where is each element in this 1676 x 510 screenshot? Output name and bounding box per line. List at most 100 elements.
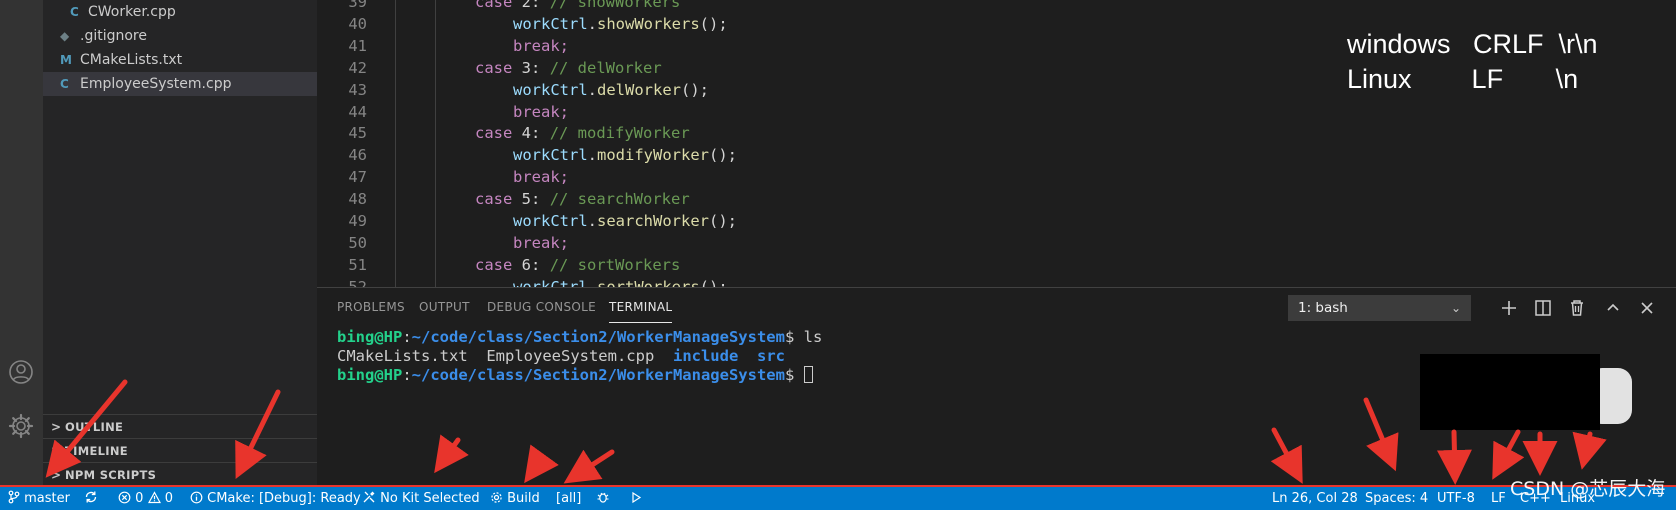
code-line[interactable]: 52 workCtrl.sortWorkers(); (317, 276, 1676, 287)
terminal-select[interactable]: 1: bash ⌄ (1288, 295, 1471, 321)
code-text: break; (513, 233, 569, 252)
tab-output[interactable]: OUTPUT (419, 300, 470, 314)
annotation-linux: Linux LF \n (1347, 64, 1579, 94)
explorer-sidebar: C CWorker.cpp ◆ .gitignore M CMakeLists.… (43, 0, 317, 485)
tab-terminal[interactable]: TERMINAL (609, 300, 673, 323)
line-number: 51 (348, 255, 367, 274)
cpp-file-icon: C (70, 5, 79, 19)
code-text: case 4: // modifyWorker (475, 124, 690, 143)
code-text: case 2: // showWorkers (475, 0, 681, 11)
line-number: 46 (348, 146, 367, 165)
build-button[interactable]: Build (490, 487, 540, 510)
plus-icon[interactable] (1497, 296, 1521, 320)
split-terminal-icon[interactable] (1531, 296, 1555, 320)
terminal-cursor (803, 366, 813, 383)
error-count: 0 (135, 491, 144, 506)
trash-icon[interactable] (1565, 296, 1589, 320)
file-name: .gitignore (80, 28, 147, 44)
line-number: 50 (348, 233, 367, 252)
line-number: 41 (348, 36, 367, 55)
code-text: workCtrl.sortWorkers(); (513, 277, 728, 287)
sync-icon[interactable] (84, 487, 98, 510)
indentation[interactable]: Spaces: 4 (1365, 487, 1428, 510)
close-icon[interactable] (1635, 296, 1659, 320)
file-employeesystem-cpp[interactable]: C EmployeeSystem.cpp (43, 72, 317, 96)
tab-problems[interactable]: PROBLEMS (337, 300, 405, 314)
chevron-up-icon[interactable] (1601, 296, 1625, 320)
end-of-line[interactable]: LF (1491, 487, 1506, 510)
line-number: 42 (348, 58, 367, 77)
line-number: 43 (348, 80, 367, 99)
file-name: EmployeeSystem.cpp (80, 76, 232, 92)
play-icon[interactable] (630, 487, 642, 510)
terminal-line[interactable]: bing@HP:~/code/class/Section2/WorkerMana… (337, 366, 813, 385)
line-number: 52 (348, 277, 367, 287)
cpp-file-icon: C (60, 77, 69, 91)
prompt-path: ~/code/class/Section2/WorkerManageSystem (411, 366, 785, 384)
git-branch-icon (8, 490, 20, 504)
code-text: case 5: // searchWorker (475, 190, 690, 209)
code-line[interactable]: 49 workCtrl.searchWorker(); (317, 210, 1676, 232)
git-file-icon: ◆ (60, 29, 70, 43)
file-gitignore[interactable]: ◆ .gitignore (43, 24, 317, 48)
problems-item[interactable]: 0 0 (118, 487, 173, 510)
ls-dir-entry: src (756, 347, 785, 365)
vscode-window: C CWorker.cpp ◆ .gitignore M CMakeLists.… (0, 0, 1676, 510)
line-number: 39 (348, 0, 367, 11)
code-line[interactable]: 39 case 2: // showWorkers (317, 0, 1676, 13)
chevron-right-icon: > (51, 444, 62, 458)
account-icon[interactable] (5, 356, 37, 388)
gear-icon[interactable] (5, 410, 37, 442)
code-line[interactable]: 50 break; (317, 232, 1676, 254)
annotation-windows: windows CRLF \r\n (1347, 29, 1598, 59)
prompt-sep: : (402, 366, 412, 384)
file-cmakelists[interactable]: M CMakeLists.txt (43, 48, 317, 72)
cursor-position[interactable]: Ln 26, Col 28 (1272, 487, 1358, 510)
code-line[interactable]: 46 workCtrl.modifyWorker(); (317, 144, 1676, 166)
terminal-line: bing@HP:~/code/class/Section2/WorkerMana… (337, 328, 822, 347)
error-icon (118, 491, 131, 504)
ls-entry: EmployeeSystem.cpp (486, 347, 655, 365)
file-cworker-cpp[interactable]: C CWorker.cpp (43, 0, 317, 24)
code-text: break; (513, 102, 569, 121)
encoding[interactable]: UTF-8 (1437, 487, 1475, 510)
ls-dir-entry: include (672, 347, 739, 365)
activity-bar (0, 0, 43, 485)
branch-item[interactable]: master (8, 487, 70, 510)
tab-debug-console[interactable]: DEBUG CONSOLE (487, 300, 596, 314)
line-number: 40 (348, 14, 367, 33)
npm-scripts-section[interactable]: > NPM SCRIPTS (43, 462, 317, 486)
section-label: TIMELINE (65, 444, 128, 458)
timeline-section[interactable]: > TIMELINE (43, 438, 317, 462)
code-line[interactable]: 51 case 6: // sortWorkers (317, 254, 1676, 276)
code-line[interactable]: 44 break; (317, 101, 1676, 123)
build-label: Build (507, 491, 540, 506)
line-number: 49 (348, 212, 367, 230)
build-target[interactable]: [all] (556, 487, 581, 510)
kit-text: No Kit Selected (380, 491, 480, 506)
line-number: 44 (348, 102, 367, 121)
bottom-panel: PROBLEMS OUTPUT DEBUG CONSOLE TERMINAL 1… (317, 287, 1676, 485)
code-line[interactable]: 47 break; (317, 166, 1676, 188)
line-number: 47 (348, 168, 367, 187)
code-line[interactable]: 48 case 5: // searchWorker (317, 188, 1676, 210)
line-number: 48 (348, 190, 367, 209)
prompt-user: bing@HP (337, 366, 403, 384)
status-bar: master 0 0 CMake: [Debug]: Ready No Kit … (0, 485, 1676, 510)
code-text: workCtrl.modifyWorker(); (513, 146, 737, 165)
code-line[interactable]: 45 case 4: // modifyWorker (317, 122, 1676, 144)
outline-section[interactable]: > OUTLINE (43, 414, 317, 438)
kit-item[interactable]: No Kit Selected (362, 487, 480, 510)
debug-bug-icon[interactable] (596, 487, 610, 510)
terminal-line: CMakeLists.txt EmployeeSystem.cpp includ… (337, 347, 785, 366)
info-icon (190, 491, 203, 504)
code-editor[interactable]: 39 case 2: // showWorkers 40 workCtrl.showW… (317, 0, 1676, 287)
code-text: case 6: // sortWorkers (475, 255, 681, 274)
cmake-status-text: CMake: [Debug]: Ready (207, 491, 361, 506)
prompt-end: $ (784, 366, 804, 384)
section-label: NPM SCRIPTS (65, 468, 157, 482)
code-text: workCtrl.showWorkers(); (513, 14, 728, 33)
cmake-status-item[interactable]: CMake: [Debug]: Ready (190, 487, 361, 510)
code-text: break; (513, 36, 569, 55)
gear-icon (491, 492, 502, 503)
